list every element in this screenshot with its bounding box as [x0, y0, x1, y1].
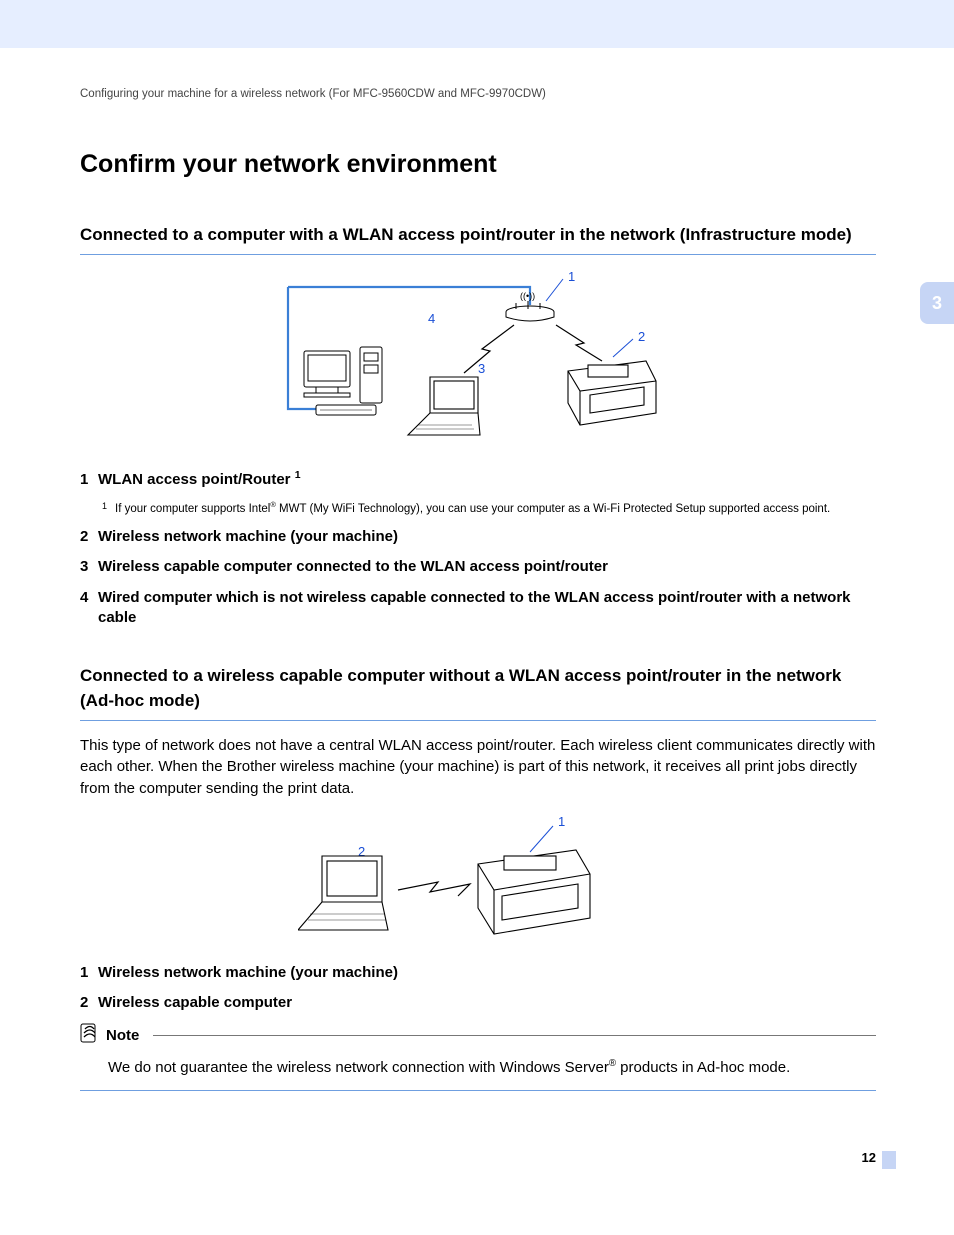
legend-item: 4 Wired computer which is not wireless c… — [80, 588, 876, 629]
breadcrumb: Configuring your machine for a wireless … — [80, 88, 876, 100]
diagram-label-3: 3 — [478, 361, 485, 376]
note-rule — [153, 1035, 876, 1036]
page-title: Confirm your network environment — [80, 150, 876, 179]
diagram-label-4: 4 — [428, 311, 435, 326]
legend-item: 2 Wireless capable computer — [80, 993, 876, 1013]
svg-text:((•)): ((•)) — [520, 291, 535, 301]
page-accent — [882, 1151, 896, 1169]
legend-list-infrastructure: 1 WLAN access point/Router 1 1 If your c… — [80, 468, 876, 629]
adhoc-description: This type of network does not have a cen… — [80, 735, 876, 800]
printer-icon — [568, 361, 656, 425]
desktop-icon — [304, 347, 382, 415]
legend-item: 3 Wireless capable computer connected to… — [80, 557, 876, 577]
diagram-label-2: 2 — [638, 329, 645, 344]
laptop-icon — [408, 377, 480, 435]
section-heading-infrastructure: Connected to a computer with a WLAN acce… — [80, 223, 876, 255]
note-block: Note We do not guarantee the wireless ne… — [80, 1023, 876, 1091]
router-icon: ((•)) — [506, 291, 554, 321]
printer-icon — [478, 850, 590, 934]
note-label: Note — [106, 1027, 139, 1044]
laptop-icon — [298, 856, 388, 930]
legend-item: 1 WLAN access point/Router 1 — [80, 468, 876, 490]
top-accent-strip — [0, 0, 954, 48]
chapter-tab: 3 — [920, 282, 954, 324]
legend-item: 1 Wireless network machine (your machine… — [80, 963, 876, 983]
page-content: Configuring your machine for a wireless … — [0, 48, 954, 1091]
section-heading-adhoc: Connected to a wireless capable computer… — [80, 664, 876, 720]
diagram-label-1: 1 — [568, 269, 575, 284]
diagram-label-1: 1 — [558, 814, 565, 829]
legend-list-adhoc: 1 Wireless network machine (your machine… — [80, 963, 876, 1014]
diagram-infrastructure: 1 2 3 4 ((•)) — [80, 265, 876, 450]
wireless-bolt-icon — [398, 882, 470, 896]
legend-item: 2 Wireless network machine (your machine… — [80, 527, 876, 547]
note-icon — [80, 1023, 100, 1047]
note-body: We do not guarantee the wireless network… — [80, 1047, 876, 1091]
diagram-adhoc: 1 2 — [80, 810, 876, 945]
footnote: 1 If your computer supports Intel® MWT (… — [102, 500, 876, 517]
page-number: 12 — [862, 1150, 876, 1165]
